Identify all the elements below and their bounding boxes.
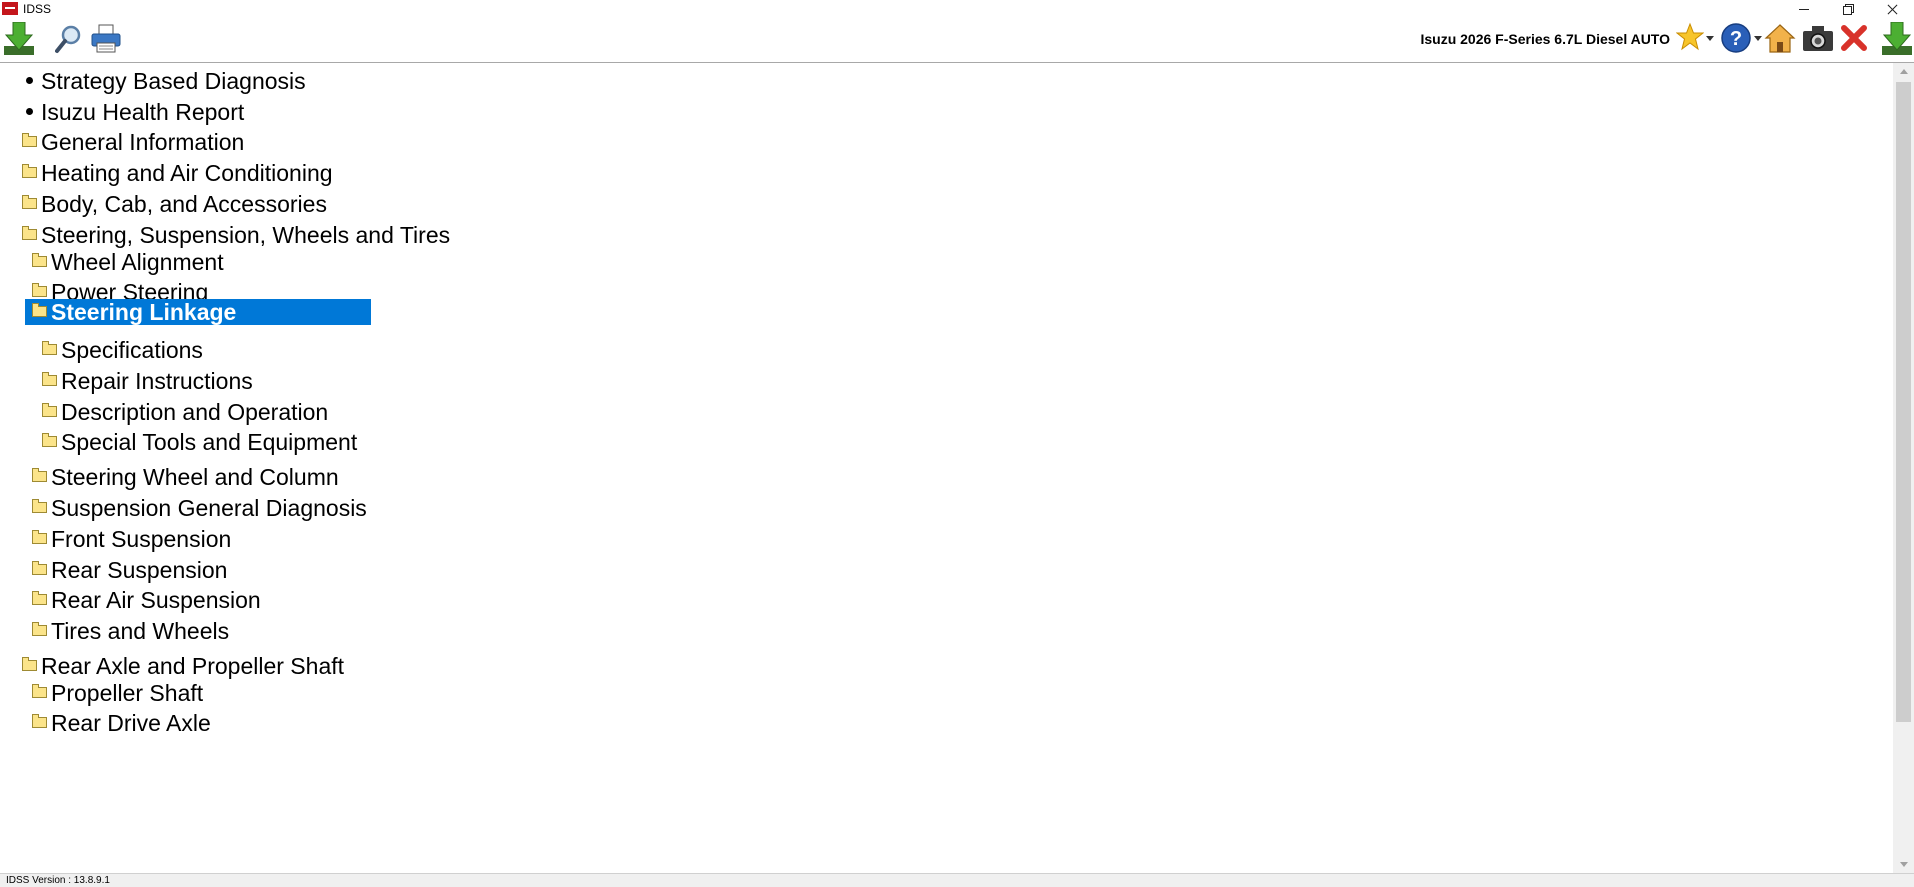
vehicle-info: Isuzu 2026 F-Series 6.7L Diesel AUTO (1420, 31, 1670, 47)
tree-item[interactable]: Rear Drive Axle (32, 710, 211, 737)
tree-item[interactable]: Suspension General Diagnosis (32, 495, 367, 522)
search-icon[interactable] (55, 24, 83, 54)
tree-item[interactable]: Specifications (42, 337, 203, 364)
help-icon[interactable]: ? (1720, 22, 1752, 54)
folder-icon (32, 253, 47, 268)
scrollbar-thumb[interactable] (1896, 82, 1911, 722)
close-window-button[interactable] (1870, 0, 1914, 18)
chevron-down-icon[interactable] (1706, 36, 1714, 42)
tree-item[interactable]: Rear Axle and Propeller Shaft (22, 653, 344, 680)
tree-item[interactable]: Heating and Air Conditioning (22, 160, 333, 187)
folder-icon (32, 561, 47, 576)
version-label: IDSS Version : 13.8.9.1 (6, 875, 110, 886)
folder-icon (22, 164, 37, 179)
favorites-star-icon[interactable] (1676, 22, 1704, 54)
folder-open-icon (22, 657, 37, 672)
tree-item[interactable]: Rear Suspension (32, 557, 227, 584)
chevron-down-icon[interactable] (1754, 36, 1762, 42)
restore-button[interactable] (1826, 0, 1870, 18)
tree-item[interactable]: Front Suspension (32, 526, 231, 553)
tree-item[interactable]: Rear Air Suspension (32, 587, 261, 614)
folder-icon (42, 341, 57, 356)
tree-item[interactable]: Steering Wheel and Column (32, 464, 339, 491)
bullet-icon (26, 108, 33, 116)
status-bar: IDSS Version : 13.8.9.1 (0, 873, 1914, 887)
tree-item[interactable]: Tires and Wheels (32, 618, 229, 645)
app-logo-icon (2, 2, 18, 15)
tree-item[interactable]: Isuzu Health Report (20, 99, 244, 126)
folder-icon (32, 499, 47, 514)
toolbar: Isuzu 2026 F-Series 6.7L Diesel AUTO ? (0, 18, 1914, 63)
vertical-scrollbar[interactable] (1893, 63, 1914, 873)
folder-icon (32, 530, 47, 545)
download-icon[interactable] (1882, 22, 1912, 56)
folder-icon (42, 403, 57, 418)
tree-item[interactable]: General Information (22, 129, 244, 156)
home-icon[interactable] (1764, 23, 1796, 53)
camera-icon[interactable] (1802, 24, 1834, 52)
folder-icon (32, 468, 47, 483)
service-info-tree: Strategy Based Diagnosis Isuzu Health Re… (0, 63, 1893, 873)
folder-open-icon (22, 226, 37, 241)
print-icon[interactable] (90, 24, 122, 54)
svg-text:?: ? (1730, 28, 1742, 50)
folder-icon (22, 195, 37, 210)
tree-item[interactable]: Description and Operation (42, 399, 328, 426)
tree-item[interactable]: Steering, Suspension, Wheels and Tires (22, 222, 450, 249)
folder-icon (32, 591, 47, 606)
tree-item-selected[interactable]: Steering Linkage (25, 299, 371, 325)
folder-open-icon (32, 303, 47, 318)
minimize-button[interactable] (1782, 0, 1826, 18)
tree-item[interactable]: Special Tools and Equipment (42, 429, 357, 456)
folder-icon (32, 283, 47, 298)
scroll-down-arrow-icon[interactable] (1893, 856, 1914, 873)
close-icon[interactable] (1840, 24, 1868, 52)
tree-item[interactable]: Strategy Based Diagnosis (20, 68, 306, 95)
bullet-icon (26, 77, 33, 85)
window-title: IDSS (23, 2, 52, 16)
tree-item[interactable]: Wheel Alignment (32, 249, 224, 276)
folder-icon (42, 372, 57, 387)
folder-icon (32, 714, 47, 729)
tree-item[interactable]: Repair Instructions (42, 368, 253, 395)
title-bar: IDSS (0, 0, 1914, 18)
folder-icon (32, 622, 47, 637)
tree-item[interactable]: Propeller Shaft (32, 680, 203, 707)
scroll-up-arrow-icon[interactable] (1893, 63, 1914, 80)
download-icon[interactable] (4, 22, 34, 56)
folder-icon (42, 433, 57, 448)
folder-icon (32, 684, 47, 699)
tree-item[interactable]: Body, Cab, and Accessories (22, 191, 327, 218)
folder-icon (22, 133, 37, 148)
